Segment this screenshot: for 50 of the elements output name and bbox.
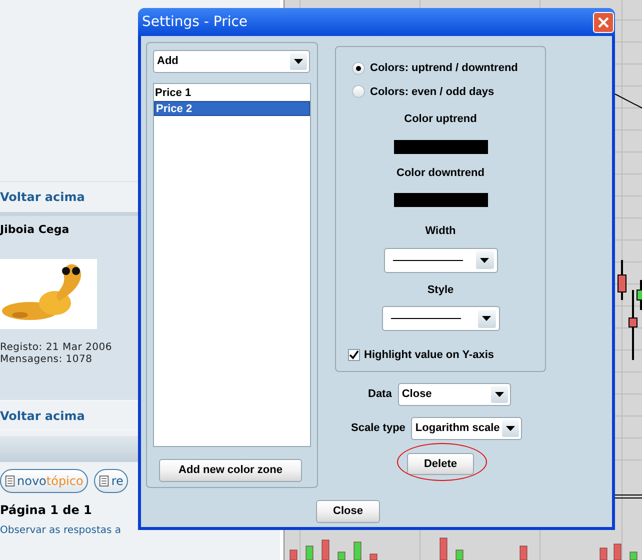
color-mode-radio[interactable]: Colors: even / odd days	[352, 84, 518, 100]
line-setting-label: Style	[427, 282, 454, 298]
field-label: Scale type	[351, 421, 406, 436]
price-line	[614, 494, 642, 498]
zone-item[interactable]: Price 2	[154, 101, 310, 116]
window-title: Settings - Price	[142, 12, 248, 32]
volume-bar	[614, 544, 622, 560]
new-topic-button[interactable]: novotópico	[0, 469, 88, 493]
line-setting-label: Width	[425, 224, 456, 239]
volume-bar	[306, 546, 314, 560]
color-swatch[interactable]	[394, 193, 488, 207]
close-icon[interactable]	[593, 12, 614, 32]
swatch-label: Color downtrend	[396, 166, 484, 180]
dropdown-arrow-icon	[482, 316, 491, 321]
volume-bar	[290, 550, 298, 560]
volume-bar	[338, 552, 346, 560]
volume-bar	[456, 550, 464, 560]
dropdown-arrow-icon	[480, 258, 489, 262]
candlestick	[618, 260, 626, 300]
color-mode-radio[interactable]: Colors: uptrend / downtrend	[352, 60, 518, 76]
document-icon	[99, 475, 110, 487]
new-topic-button[interactable]: re	[94, 469, 128, 493]
volume-bar	[630, 552, 638, 560]
highlight-checkbox[interactable]: Highlight value on Y-axis	[336, 347, 494, 364]
volume-bar	[322, 540, 330, 560]
line-select[interactable]	[382, 306, 500, 331]
zone-item[interactable]: Price 1	[154, 86, 310, 101]
document-icon	[5, 475, 15, 487]
delete-button[interactable]: Delete	[407, 453, 474, 476]
add-color-zone-button[interactable]: Add new color zone	[159, 459, 302, 482]
volume-bar	[370, 554, 378, 560]
dropdown-arrow-icon	[294, 59, 303, 64]
post-count: Mensagens: 1078	[0, 354, 94, 366]
swatch-label: Color uptrend	[404, 112, 477, 127]
page-indicator: Página 1 de 1	[0, 502, 93, 519]
volume-bar	[600, 548, 608, 560]
close-button[interactable]: Close	[316, 500, 380, 523]
dropdown-arrow-icon	[506, 426, 516, 431]
line-select[interactable]	[384, 248, 498, 272]
field-label: Data	[368, 387, 392, 402]
color-swatch[interactable]	[394, 140, 488, 154]
field-select[interactable]: Close	[398, 383, 511, 406]
trend-line	[614, 94, 642, 108]
volume-bar	[440, 538, 448, 560]
field-select[interactable]: Logarithm scale	[411, 417, 522, 440]
volume-bar	[520, 546, 528, 560]
registration-date: Registo: 21 Mar 2006	[0, 342, 113, 354]
add-select[interactable]: Add	[153, 50, 310, 73]
dropdown-arrow-icon	[494, 392, 504, 397]
volume-bar	[354, 542, 362, 560]
